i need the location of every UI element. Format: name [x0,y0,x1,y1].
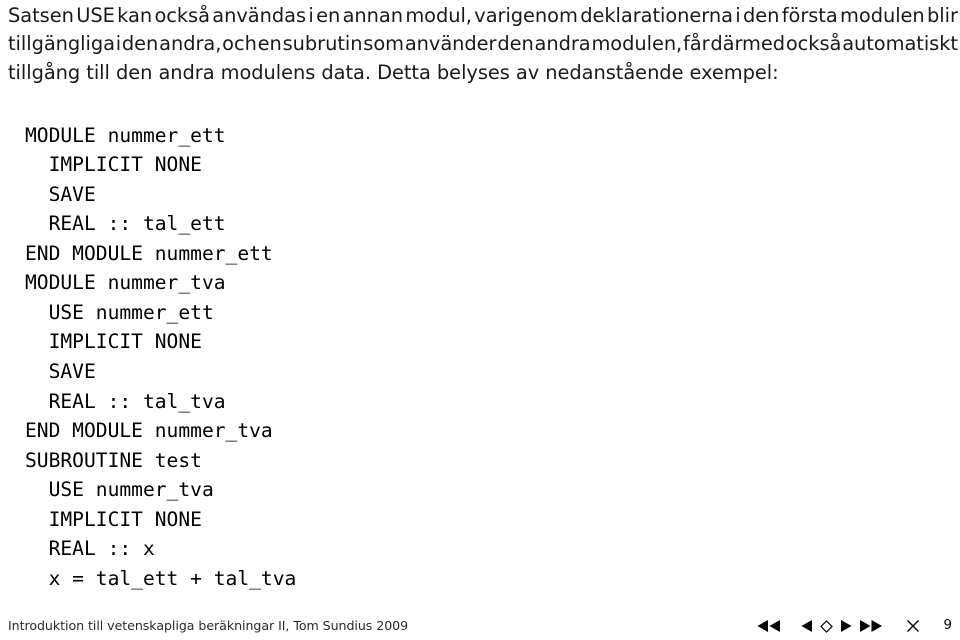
double-triangle-right-icon [859,620,883,632]
paragraph-word: därmed [710,32,786,56]
paragraph-word: använder [404,32,497,56]
paragraph-word: den [742,4,780,27]
code-line: IMPLICIT NONE [25,153,202,177]
code-line: IMPLICIT NONE [25,330,202,354]
paragraph-word: andra [534,32,591,56]
paragraph-word: automatiskt [842,32,958,56]
code-line: MODULE nummer_tva [25,271,226,295]
paragraph-word: den [497,32,534,56]
paragraph-word: den [121,32,159,56]
code-line: SUBROUTINE test [25,448,202,472]
current-frame-button[interactable] [820,615,833,637]
paragraph-line-3: tillgång till den andra modulens data. D… [8,60,779,84]
code-line: REAL :: tal_ett [25,212,226,236]
previous-slide-button[interactable] [801,615,813,637]
code-line: MODULE nummer_ett [25,123,226,147]
paragraph-word: i [115,32,122,56]
paragraph-word: blir [927,4,958,27]
paragraph-word: i [735,4,741,27]
close-presentation-button[interactable] [906,615,920,637]
code-line: USE nummer_ett [25,300,214,324]
paragraph-word: modulen [840,4,925,27]
slide-footer: Introduktion till vetenskapliga beräknin… [0,612,960,640]
double-triangle-left-icon [757,620,781,632]
paragraph-word: tillgängliga [8,32,115,56]
paragraph-line-2: tillgängliga i den andra, och en subrutin som an… [8,30,958,58]
code-line: REAL :: tal_tva [25,389,226,413]
body-paragraph: Satsen USE kan också användas i en annan modul, v… [8,2,958,87]
paragraph-word: i [308,4,314,27]
paragraph-word: också [785,32,842,56]
paragraph-word: kan [117,4,153,27]
footer-title: Introduktion till vetenskapliga beräknin… [8,618,409,633]
triangle-left-icon [801,620,813,632]
paragraph-word: andra, [159,32,222,56]
paragraph-word: en [257,32,282,56]
code-block: MODULE nummer_ett IMPLICIT NONE SAVE REA… [25,121,296,594]
paragraph-word: får [683,32,710,56]
paragraph-word: USE [76,4,115,27]
code-line: SAVE [25,359,96,383]
code-line: USE nummer_tva [25,478,214,502]
paragraph-word: subrutin [282,32,363,56]
paragraph-line-1: Satsen USE kan också användas i en annan modul, v… [8,2,958,30]
paragraph-word: en [316,4,341,27]
code-line: IMPLICIT NONE [25,507,202,531]
paragraph-word: första [781,4,838,27]
slide-canvas: Satsen USE kan också användas i en annan modul, v… [0,0,960,640]
paragraph-word: annan [342,4,403,27]
paragraph-word: användas [212,4,307,27]
paragraph-word: och [222,32,257,56]
paragraph-word: modulen, [591,32,683,56]
code-line: REAL :: x [25,537,155,561]
code-line: SAVE [25,182,96,206]
code-line: END MODULE nummer_ett [25,241,273,265]
paragraph-word: modul, [405,4,472,27]
paragraph-word: varigenom [474,4,578,27]
paragraph-word: som [363,32,405,56]
paragraph-word: Satsen [8,4,74,27]
paragraph-word: också [154,4,210,27]
next-slide-button[interactable] [840,615,852,637]
last-slide-button[interactable] [859,615,883,637]
code-line: END MODULE nummer_tva [25,419,273,443]
close-x-icon [906,619,920,633]
paragraph-word: deklarationerna [580,4,733,27]
code-line: x = tal_ett + tal_tva [25,566,297,590]
page-number: 9 [943,618,952,633]
diamond-outline-icon [820,619,833,633]
triangle-right-icon [840,620,852,632]
first-slide-button[interactable] [757,615,781,637]
beamer-navigation-bar[interactable]: 9 [757,615,952,637]
